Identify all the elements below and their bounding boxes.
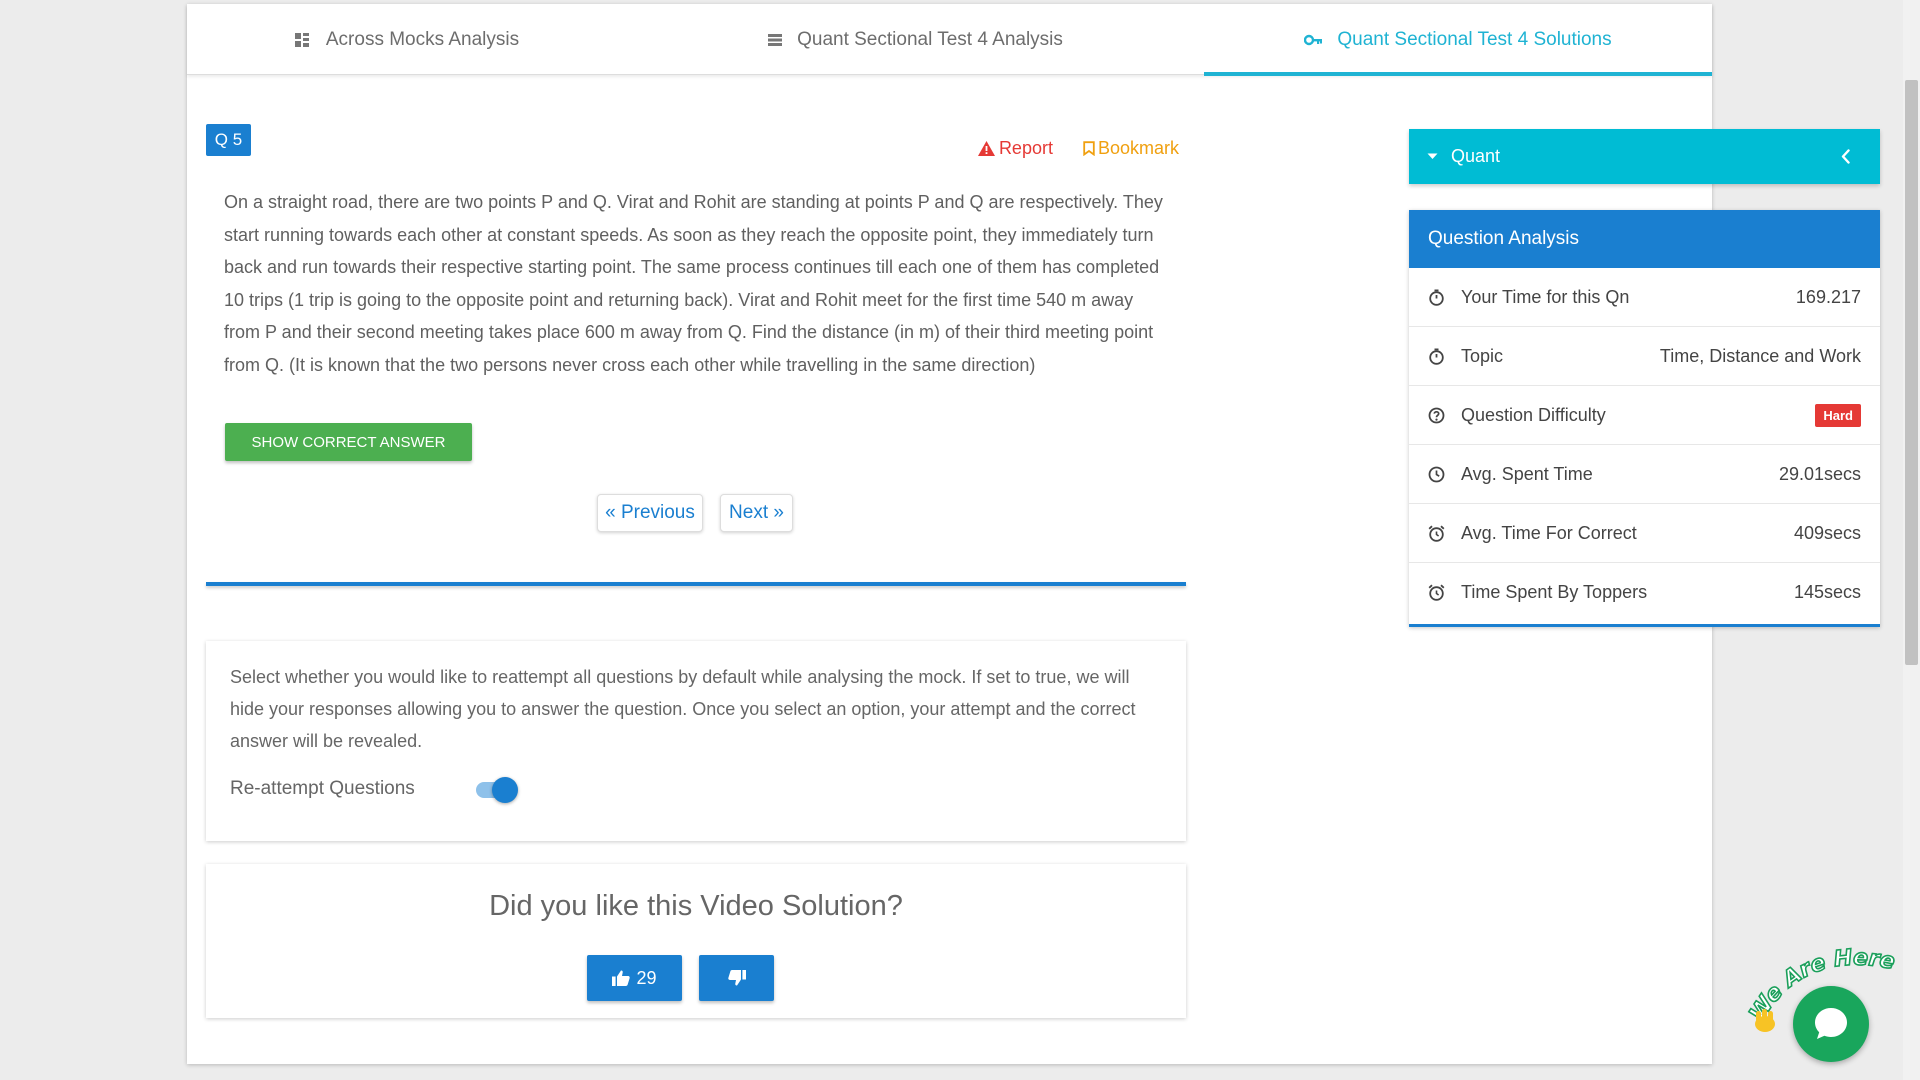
quant-section-bar[interactable]: Quant [1409,129,1880,184]
alarm-icon [1428,584,1445,601]
thumbs-up-icon [612,970,631,986]
chevron-left-icon[interactable] [1841,149,1850,164]
reattempt-toggle[interactable] [474,774,519,804]
tab-label: Quant Sectional Test 4 Analysis [797,28,1063,50]
video-feedback-title: Did you like this Video Solution? [489,890,903,922]
bookmark-label: Bookmark [1097,138,1179,158]
quant-section-label: Quant [1451,146,1501,166]
key-icon [1304,34,1323,46]
analysis-value: 145secs [1793,582,1861,602]
warning-icon [977,141,995,156]
like-button[interactable]: 29 [587,955,682,1001]
like-count: 29 [636,967,657,988]
analysis-label: Your Time for this Qn [1461,286,1630,307]
tab-quant-sectional-solutions[interactable]: Quant Sectional Test 4 Solutions [1204,4,1712,75]
dislike-button[interactable] [699,955,774,1001]
analysis-label: Avg. Time For Correct [1461,522,1637,543]
clock-icon [1428,466,1445,483]
question-text: On a straight road, there are two points… [224,192,1163,375]
thumbs-down-icon [727,970,746,986]
tab-quant-sectional-analysis[interactable]: Quant Sectional Test 4 Analysis [627,4,1204,75]
tab-label: Quant Sectional Test 4 Solutions [1337,28,1612,50]
show-correct-answer-button[interactable]: SHOW CORRECT ANSWER [225,423,472,461]
previous-button[interactable]: « Previous [597,494,703,532]
help-circle-icon [1428,407,1445,424]
analysis-row-topic: Topic Time, Distance and Work [1409,327,1880,386]
tab-across-mocks-analysis[interactable]: Across Mocks Analysis [187,4,627,75]
difficulty-badge: Hard [1815,403,1861,427]
waving-hand-icon [1755,1009,1775,1032]
scrollbar-thumb[interactable] [1905,80,1918,665]
section-divider [206,582,1186,586]
analysis-label: Time Spent By Toppers [1461,582,1648,602]
report-link[interactable]: Report [977,138,1053,159]
analysis-value: Time, Distance and Work [1659,345,1861,366]
analysis-label: Avg. Spent Time [1461,463,1593,484]
stopwatch-icon [1428,348,1445,365]
list-icon [768,33,783,46]
active-tab-indicator [1204,72,1712,76]
analysis-label: Topic [1461,345,1504,366]
analysis-row-avg-spent: Avg. Spent Time 29.01secs [1409,445,1880,504]
analysis-label: Question Difficulty [1461,404,1606,425]
analysis-value: 29.01secs [1778,463,1861,484]
question-actions: Report Bookmark [977,138,1179,159]
bookmark-icon [1083,141,1095,156]
tab-bar: Across Mocks Analysis Quant Sectional Te… [187,4,1712,76]
analysis-value: 409secs [1793,522,1861,543]
grid-icon [294,32,311,47]
next-button[interactable]: Next » [720,494,793,532]
analysis-row-toppers: Time Spent By Toppers 145secs [1409,563,1880,622]
question-number-badge: Q 5 [206,124,251,156]
video-feedback-card: Did you like this Video Solution? 29 [206,864,1186,1018]
question-analysis-card: Question Analysis Your Time for this Qn … [1409,210,1880,627]
chat-bubble-icon [1815,1008,1847,1039]
analysis-row-difficulty: Question Difficulty Hard [1409,386,1880,445]
analysis-value: 169.217 [1795,286,1861,307]
reattempt-description: Select whether you would like to reattem… [230,667,1136,751]
tab-label: Across Mocks Analysis [325,28,520,50]
reattempt-card: Select whether you would like to reattem… [206,641,1186,841]
analysis-row-avg-correct: Avg. Time For Correct 409secs [1409,504,1880,563]
reattempt-label: Re-attempt Questions [230,778,415,799]
alarm-icon [1428,525,1445,542]
report-label: Report [998,138,1053,158]
caret-down-icon [1427,153,1438,160]
analysis-row-your-time: Your Time for this Qn 169.217 [1409,268,1880,327]
stopwatch-icon [1428,289,1445,306]
toggle-knob [492,777,518,803]
bookmark-link[interactable]: Bookmark [1083,138,1179,159]
question-analysis-title: Question Analysis [1409,210,1880,268]
main-card: Across Mocks Analysis Quant Sectional Te… [187,4,1880,1064]
chat-launcher-button[interactable] [1793,986,1869,1062]
